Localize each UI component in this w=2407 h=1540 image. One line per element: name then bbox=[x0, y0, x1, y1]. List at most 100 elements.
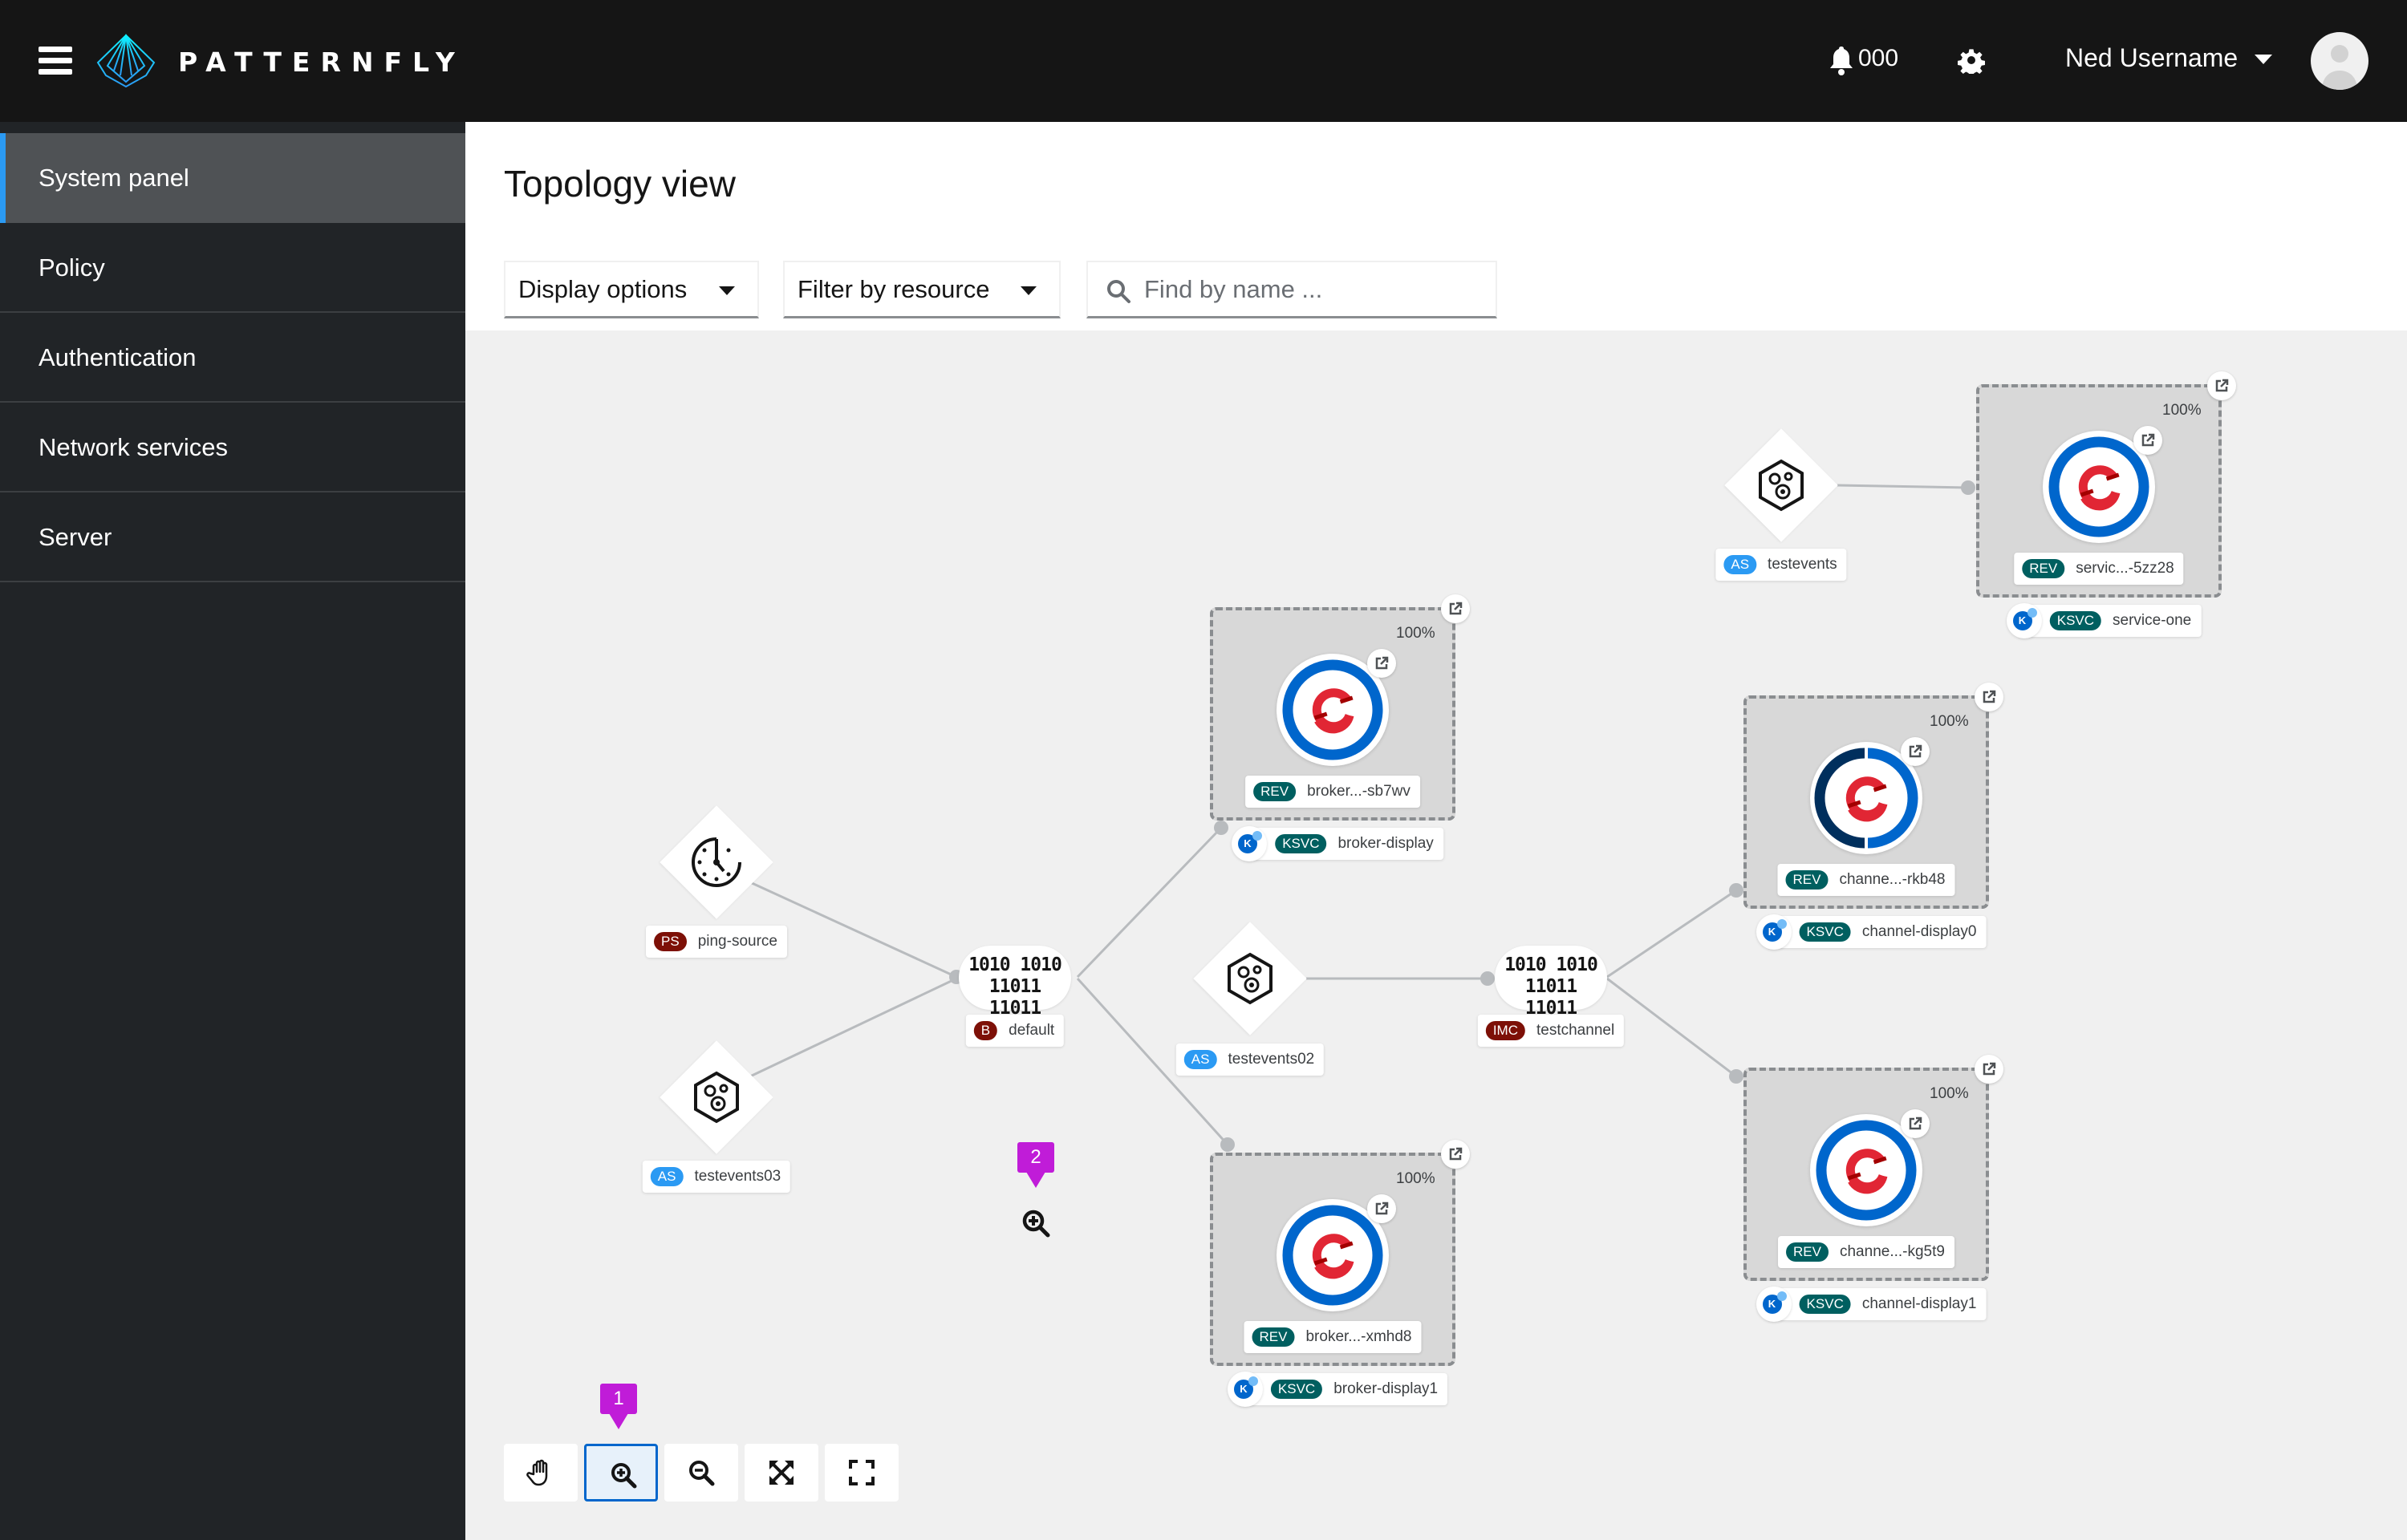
sidebar-item-server[interactable]: Server bbox=[0, 492, 465, 582]
filter-by-resource-dropdown[interactable]: Filter by resource bbox=[783, 261, 1061, 318]
sidebar-nav: System panel Policy Authentication Netwo… bbox=[0, 122, 465, 1540]
patternfly-logo-icon bbox=[96, 34, 156, 88]
page-header: Topology view Display options Filter by … bbox=[465, 122, 2407, 330]
gears-icon bbox=[694, 1071, 739, 1124]
label-default[interactable]: B default bbox=[965, 1015, 1065, 1047]
hamburger-menu-button[interactable] bbox=[39, 47, 72, 75]
open-url-icon[interactable] bbox=[1901, 1109, 1930, 1138]
openshift-logo-icon bbox=[2078, 465, 2121, 511]
zoom-out-button[interactable] bbox=[664, 1444, 738, 1502]
sidebar-item-network-services[interactable]: Network services bbox=[0, 403, 465, 492]
expand-arrows-icon bbox=[769, 1461, 794, 1485]
label-ksvc[interactable]: KSVC channel-display0 bbox=[1767, 916, 1987, 948]
node-testevents03[interactable] bbox=[660, 1040, 773, 1154]
label-revision[interactable]: REV channe...-rkb48 bbox=[1777, 864, 1955, 896]
open-url-icon[interactable] bbox=[1367, 1194, 1396, 1223]
edge-handle bbox=[1729, 1069, 1743, 1084]
binary-icon: 1010 1010 11011 11011 bbox=[1504, 954, 1598, 1019]
label-testevents03[interactable]: AS testevents03 bbox=[642, 1161, 791, 1193]
label-testchannel[interactable]: IMC testchannel bbox=[1477, 1015, 1625, 1047]
gears-icon bbox=[1759, 459, 1804, 512]
resource-badge: REV bbox=[1253, 782, 1297, 801]
open-url-icon[interactable] bbox=[1441, 1140, 1470, 1169]
label-ksvc[interactable]: KSVC service-one bbox=[2017, 605, 2202, 637]
resource-badge: KSVC bbox=[1799, 1295, 1851, 1314]
service-name: channel-display0 bbox=[1861, 923, 1977, 940]
page-title: Topology view bbox=[504, 163, 736, 205]
resource-badge: REV bbox=[1252, 1327, 1295, 1347]
edge-handle bbox=[1220, 1137, 1235, 1152]
zoom-in-icon bbox=[611, 1463, 637, 1489]
resource-badge: REV bbox=[2022, 559, 2065, 578]
brand-name[interactable]: PATTERNFLY bbox=[178, 47, 465, 78]
edge-testchannel-channel-display0 bbox=[1606, 889, 1737, 979]
label-revision[interactable]: REV broker...-xmhd8 bbox=[1244, 1321, 1422, 1353]
label-testevents[interactable]: AS testevents bbox=[1715, 549, 1847, 581]
traffic-percent: 100% bbox=[2162, 402, 2202, 419]
label-ksvc[interactable]: KSVC broker-display bbox=[1243, 828, 1443, 860]
node-name: testevents03 bbox=[694, 1168, 781, 1185]
topology-canvas[interactable]: PS ping-source AS testevents03 1010 1010… bbox=[465, 330, 2407, 1540]
openshift-logo-icon bbox=[1845, 1149, 1888, 1194]
fit-to-screen-button[interactable] bbox=[745, 1444, 818, 1502]
node-testchannel[interactable]: 1010 1010 11011 11011 bbox=[1495, 946, 1607, 1019]
traffic-percent: 100% bbox=[1396, 1170, 1435, 1187]
traffic-percent: 100% bbox=[1930, 713, 1969, 730]
clock-icon bbox=[692, 837, 741, 887]
revision-name: broker...-xmhd8 bbox=[1305, 1328, 1412, 1345]
sidebar-item-system-panel[interactable]: System panel bbox=[0, 133, 465, 223]
open-url-icon[interactable] bbox=[2207, 371, 2236, 400]
node-default-broker[interactable]: 1010 1010 11011 11011 bbox=[959, 946, 1071, 1019]
find-by-name-search[interactable] bbox=[1086, 261, 1497, 318]
resource-badge: AS bbox=[1723, 555, 1757, 574]
reset-view-button[interactable] bbox=[825, 1444, 899, 1502]
node-ping-source[interactable] bbox=[660, 805, 773, 919]
revision-name: channe...-rkb48 bbox=[1839, 871, 1946, 888]
label-revision[interactable]: REV broker...-sb7wv bbox=[1245, 776, 1420, 808]
search-input[interactable] bbox=[1144, 269, 1481, 310]
resource-badge: IMC bbox=[1485, 1021, 1525, 1040]
label-ping-source[interactable]: PS ping-source bbox=[646, 926, 787, 958]
node-testevents[interactable] bbox=[1724, 428, 1838, 542]
sidebar-item-policy[interactable]: Policy bbox=[0, 223, 465, 313]
edge-handle bbox=[1480, 971, 1495, 986]
edge-handle bbox=[1961, 480, 1975, 495]
zoom-in-button[interactable] bbox=[584, 1444, 658, 1502]
pan-button[interactable] bbox=[504, 1444, 578, 1502]
traffic-percent: 100% bbox=[1396, 625, 1435, 642]
open-url-icon[interactable] bbox=[1975, 1055, 2003, 1084]
open-url-icon[interactable] bbox=[1901, 737, 1930, 766]
display-options-label: Display options bbox=[518, 275, 688, 303]
revision-name: broker...-sb7wv bbox=[1307, 783, 1411, 800]
hand-icon bbox=[526, 1459, 548, 1486]
caret-down-icon bbox=[1021, 286, 1037, 295]
display-options-dropdown[interactable]: Display options bbox=[504, 261, 759, 318]
open-url-icon[interactable] bbox=[1975, 683, 2003, 711]
label-testevents02[interactable]: AS testevents02 bbox=[1175, 1044, 1325, 1076]
bell-icon[interactable] bbox=[1828, 45, 1855, 75]
resource-badge: KSVC bbox=[1275, 834, 1327, 853]
open-url-icon[interactable] bbox=[1367, 649, 1396, 678]
gears-icon bbox=[1228, 952, 1273, 1005]
resource-badge: PS bbox=[654, 932, 687, 951]
sidebar-item-authentication[interactable]: Authentication bbox=[0, 313, 465, 403]
label-revision[interactable]: REV servic...-5zz28 bbox=[2014, 553, 2184, 585]
zoom-out-icon bbox=[689, 1461, 715, 1486]
label-revision[interactable]: REV channe...-kg5t9 bbox=[1778, 1236, 1954, 1268]
label-ksvc[interactable]: KSVC broker-display1 bbox=[1238, 1373, 1448, 1405]
traffic-percent: 100% bbox=[1930, 1085, 1969, 1102]
node-testevents02[interactable] bbox=[1193, 922, 1307, 1035]
caret-down-icon[interactable] bbox=[2255, 55, 2272, 64]
open-url-icon[interactable] bbox=[1441, 594, 1470, 623]
label-ksvc[interactable]: KSVC channel-display1 bbox=[1767, 1288, 1987, 1320]
revision-name: servic...-5zz28 bbox=[2076, 560, 2174, 577]
openshift-logo-icon bbox=[1312, 1234, 1354, 1279]
open-url-icon[interactable] bbox=[2133, 426, 2162, 455]
edge-handle bbox=[1214, 821, 1228, 835]
user-menu-toggle[interactable]: Ned Username bbox=[2065, 43, 2238, 73]
user-avatar[interactable] bbox=[2311, 32, 2368, 90]
notification-count[interactable]: 000 bbox=[1858, 45, 1898, 72]
step-marker-2: 2 bbox=[1017, 1142, 1054, 1188]
settings-gear-icon[interactable] bbox=[1958, 47, 1985, 74]
openshift-logo-icon bbox=[1845, 776, 1888, 822]
